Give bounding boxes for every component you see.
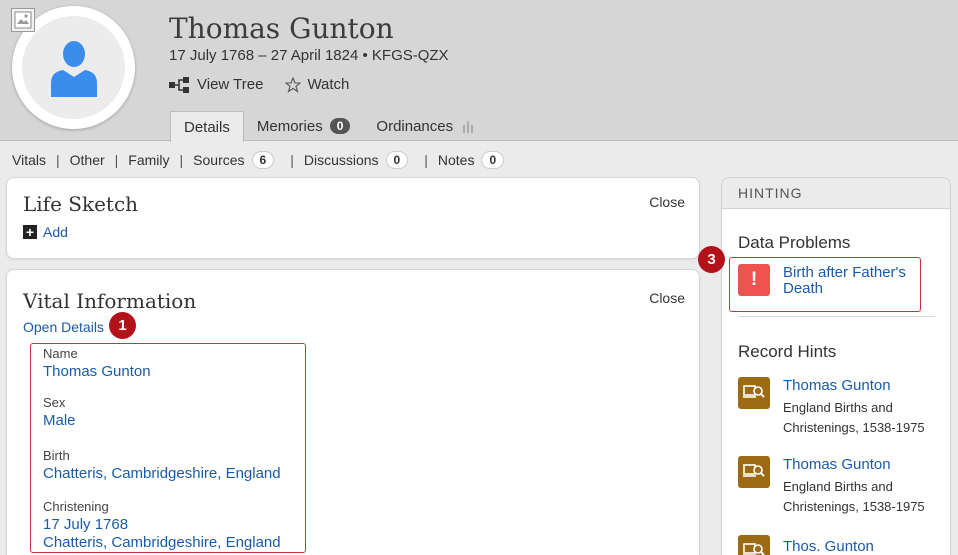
callout-number-badge: 3 [698,246,725,273]
vital-fields-highlight: Name Thomas Gunton Sex Male Birth Chatte… [30,343,306,553]
life-sketch-title: Life Sketch [23,192,139,216]
vital-field-birth: Birth Chatteris, Cambridgeshire, England [43,448,281,483]
callout-number-badge: 1 [109,312,136,339]
subnav-divider: | [55,152,60,168]
field-label: Name [43,346,78,361]
field-value[interactable]: Chatteris, Cambridgeshire, England [43,465,281,483]
star-icon [285,76,302,93]
section-subnav: Vitals | Other | Family | Sources 6 | Dis… [12,150,505,170]
subnav-divider: | [114,152,119,168]
header-actions: View Tree Watch [169,76,349,93]
hinting-panel: HINTING Data Problems ! Birth after Fath… [721,177,951,555]
notes-count-badge: 0 [481,151,505,169]
subnav-other[interactable]: Other [70,152,105,168]
subnav-other-label: Other [69,152,105,168]
record-search-icon [738,377,770,409]
field-value[interactable]: Thomas Gunton [43,363,151,381]
vital-field-christening: Christening 17 July 1768 Chatteris, Camb… [43,499,281,552]
data-problem-link[interactable]: Birth after Father's Death [783,265,906,297]
subnav-notes[interactable]: Notes 0 [437,151,505,169]
data-problems-title: Data Problems [738,233,851,252]
field-value-place[interactable]: Chatteris, Cambridgeshire, England [43,534,281,552]
watch-label: Watch [307,76,350,93]
subnav-discussions-label: Discussions [303,152,379,168]
record-hint-name[interactable]: Thomas Gunton [783,377,891,394]
subnav-family[interactable]: Family [128,152,169,168]
tab-details[interactable]: Details [170,111,244,142]
subnav-vitals-label: Vitals [12,152,46,168]
subnav-family-label: Family [128,152,170,168]
memories-count-badge: 0 [329,118,351,134]
person-tabs: Details Memories 0 Ordinances [170,111,488,142]
vital-information-close-button[interactable]: Close [649,290,685,306]
view-tree-label: View Tree [197,76,264,93]
broken-image-icon [11,8,35,32]
exclamation-icon: ! [738,264,770,296]
record-hint-name[interactable]: Thomas Gunton [783,456,891,473]
tree-icon [169,76,189,93]
subnav-sources[interactable]: Sources 6 [193,151,275,169]
add-label: Add [43,224,68,240]
subnav-vitals[interactable]: Vitals [12,152,46,168]
person-header: Thomas Gunton 17 July 1768 – 27 April 18… [0,0,958,142]
record-search-icon [738,535,770,555]
field-label: Christening [43,499,109,514]
tab-ordinances-label: Ordinances [376,117,454,135]
subnav-divider: | [179,152,184,168]
tab-memories-label: Memories [256,117,323,135]
subnav-notes-label: Notes [437,152,475,168]
subnav-discussions[interactable]: Discussions 0 [303,151,409,169]
field-value-date[interactable]: 17 July 1768 [43,516,281,534]
temple-icon [463,119,474,133]
view-tree-button[interactable]: View Tree [169,76,263,93]
field-label: Birth [43,448,70,463]
life-sketch-add-button[interactable]: + Add [23,224,68,240]
watch-button[interactable]: Watch [285,76,349,93]
field-value[interactable]: Male [43,412,76,430]
data-problem-item[interactable]: ! Birth after Father's Death [729,257,921,312]
sources-count-badge: 6 [251,151,275,169]
discussions-count-badge: 0 [385,151,409,169]
record-hint-collection: England Births and Christenings, 1538-19… [783,400,925,435]
record-hint-name[interactable]: Thos. Gunton [783,538,874,555]
plus-icon: + [23,225,37,239]
person-silhouette-icon [50,40,97,97]
open-details-link[interactable]: Open Details [23,319,104,335]
tab-details-label: Details [184,118,230,136]
vital-field-sex: Sex Male [43,395,76,430]
subnav-sources-label: Sources [193,152,245,168]
problem-line-2: Death [783,280,824,297]
life-sketch-card: Life Sketch Close + Add [6,177,700,259]
person-lifespan-id: 17 July 1768 – 27 April 1824 • KFGS-QZX [169,47,449,64]
record-hints-title: Record Hints [738,342,837,361]
record-hint-collection: England Births and Christenings, 1538-19… [783,479,925,514]
record-search-icon [738,456,770,488]
problem-line-1: Birth after Father's [783,264,906,281]
tab-ordinances[interactable]: Ordinances [363,111,488,141]
field-label: Sex [43,395,66,410]
subnav-divider: | [290,152,294,168]
life-sketch-close-button[interactable]: Close [649,194,685,210]
vital-field-name: Name Thomas Gunton [43,346,151,381]
hinting-header: HINTING [722,178,950,209]
person-name: Thomas Gunton [169,12,394,45]
vital-information-title: Vital Information [23,289,197,313]
hinting-divider [738,316,935,317]
tab-memories[interactable]: Memories 0 [244,111,364,141]
avatar[interactable] [22,16,125,119]
vital-information-card: Vital Information Close Open Details 1 N… [6,269,700,555]
subnav-divider: | [424,152,428,168]
